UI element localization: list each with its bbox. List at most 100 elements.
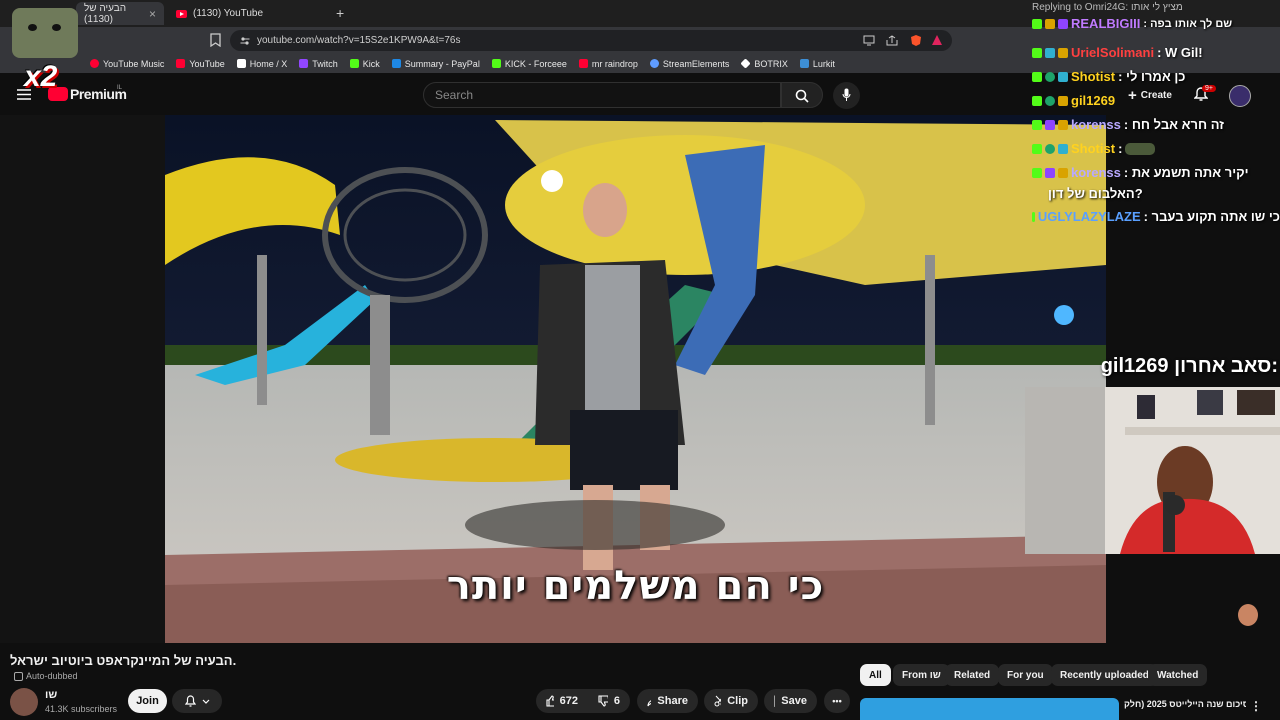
close-icon[interactable]: × bbox=[149, 7, 156, 21]
moderator-badge-icon bbox=[1058, 143, 1068, 154]
kick-badge-icon bbox=[1032, 95, 1042, 106]
bookmark-label: Twitch bbox=[312, 58, 338, 69]
chat-message: REALBIGIII : שם לך אותו בפה bbox=[1032, 16, 1280, 31]
subscriber-badge-icon bbox=[1058, 119, 1068, 130]
microphone-icon bbox=[842, 88, 851, 101]
dislike-button[interactable]: 6 bbox=[588, 689, 630, 713]
verified-badge-icon bbox=[1045, 95, 1055, 106]
chat-message: Shotist : bbox=[1032, 141, 1280, 156]
brave-rewards-icon[interactable] bbox=[931, 34, 943, 46]
channel-name[interactable]: שו bbox=[45, 689, 57, 701]
cast-icon[interactable] bbox=[863, 35, 875, 46]
search-input[interactable]: Search bbox=[423, 82, 781, 108]
chat-text: : W Gil! bbox=[1157, 45, 1203, 60]
clip-label: Clip bbox=[727, 695, 748, 707]
chip-recently-uploaded[interactable]: Recently uploaded bbox=[1051, 664, 1158, 686]
bookmark-lurkit[interactable]: Lurkit bbox=[799, 59, 835, 69]
next-video-menu-icon[interactable]: ⋮ bbox=[1250, 699, 1262, 713]
kick-badge-icon bbox=[1032, 47, 1042, 58]
vip-badge-icon bbox=[1045, 167, 1055, 178]
chat-message: UGLYLAZYLAZE : כי שו אתה תקוע בעבר bbox=[1032, 209, 1280, 224]
lurkit-icon bbox=[799, 59, 809, 68]
new-tab-button[interactable]: + bbox=[336, 5, 344, 21]
search-button[interactable] bbox=[781, 82, 823, 108]
voice-search-button[interactable] bbox=[833, 82, 860, 109]
video-player[interactable]: כי הם משלמים יותר bbox=[165, 115, 1106, 643]
chat-text: : שם לך אותו בפה bbox=[1143, 17, 1233, 30]
save-button[interactable]: Save bbox=[764, 689, 817, 713]
bookmark-icon[interactable] bbox=[210, 33, 221, 47]
bookmark-twitch[interactable]: Twitch bbox=[299, 59, 338, 69]
stream-overlay-logo: x2 bbox=[10, 8, 80, 93]
stream-chat-overlay: Replying to Omri24G: מציץ לי אותו REALBI… bbox=[1030, 0, 1280, 232]
multiplier-label: x2 bbox=[24, 60, 58, 93]
tab-youtube[interactable]: (1130) YouTube bbox=[168, 2, 333, 25]
chip-all[interactable]: All bbox=[860, 664, 891, 686]
save-icon bbox=[774, 695, 776, 707]
tab-label: (1130) YouTube bbox=[193, 8, 264, 19]
bookmark-label: YouTube bbox=[189, 58, 225, 69]
site-info-icon[interactable] bbox=[240, 36, 250, 46]
chat-text: : יקיר אתה תשמע את bbox=[1123, 165, 1249, 180]
chat-username: UGLYLAZYLAZE bbox=[1037, 209, 1141, 224]
like-button[interactable]: 672 bbox=[536, 689, 588, 713]
bookmark-kick-forceee[interactable]: KICK - Forceee bbox=[491, 59, 567, 69]
auto-dubbed-badge: Auto-dubbed bbox=[14, 671, 78, 681]
bookmark-paypal[interactable]: Summary - PayPal bbox=[391, 59, 480, 69]
last-sub-title: סאב אחרון: bbox=[1174, 355, 1278, 377]
bookmark-streamelements[interactable]: StreamElements bbox=[649, 58, 730, 69]
subscriber-count: 41.3K subscribers bbox=[45, 704, 118, 714]
tab-video[interactable]: הבעיה של (1130) × bbox=[76, 2, 164, 25]
youtube-icon bbox=[578, 59, 588, 68]
bookmark-label: StreamElements bbox=[662, 58, 730, 69]
url-text: youtube.com/watch?v=15S2e1KPW9A&t=76s bbox=[257, 35, 461, 46]
bookmark-label: BOTRIX bbox=[754, 58, 788, 69]
next-video-title[interactable]: סיכום שנה היילייטס 2025 (חלק bbox=[1124, 699, 1246, 709]
address-bar[interactable]: youtube.com/watch?v=15S2e1KPW9A&t=76s bbox=[230, 30, 952, 51]
subscribe-notifications-button[interactable] bbox=[172, 689, 222, 713]
chat-username: korenss bbox=[1071, 117, 1121, 132]
thumbs-up-icon bbox=[546, 695, 554, 707]
streamelements-icon bbox=[649, 59, 659, 68]
chat-message: gil1269 bbox=[1032, 93, 1280, 108]
bookmark-x[interactable]: Home / X bbox=[236, 58, 288, 69]
like-count: 672 bbox=[559, 695, 578, 707]
bookmark-kick[interactable]: Kick bbox=[349, 59, 380, 69]
kick-badge-icon bbox=[1032, 167, 1042, 178]
scissors-icon bbox=[714, 695, 722, 707]
verified-badge-icon bbox=[1045, 71, 1055, 82]
chat-message: korenss : יקיר אתה תשמע את bbox=[1032, 165, 1280, 180]
chip-watched[interactable]: Watched bbox=[1148, 664, 1208, 686]
brave-shield-icon[interactable] bbox=[910, 34, 922, 47]
share-button[interactable]: Share bbox=[637, 689, 698, 713]
chip-related[interactable]: Related bbox=[945, 664, 1000, 686]
join-button[interactable]: Join bbox=[128, 689, 167, 713]
share-page-icon[interactable] bbox=[886, 35, 898, 46]
youtube-music-icon bbox=[90, 59, 99, 68]
bookmark-youtube[interactable]: YouTube bbox=[176, 58, 225, 69]
bookmark-botrix[interactable]: BOTRIX bbox=[740, 58, 788, 69]
chip-from-channel[interactable]: From שו bbox=[893, 664, 950, 686]
vip-badge-icon bbox=[1045, 119, 1055, 130]
subscriber-badge-icon bbox=[1058, 167, 1068, 178]
reply-banner: Replying to Omri24G: מציץ לי אותו bbox=[1032, 2, 1183, 13]
kick-icon bbox=[491, 59, 501, 68]
bookmark-label: Home / X bbox=[249, 58, 288, 69]
channel-avatar[interactable] bbox=[10, 688, 38, 716]
thumbs-down-icon bbox=[598, 695, 608, 707]
youtube-icon bbox=[176, 9, 187, 18]
bookmark-youtube-music[interactable]: YouTube Music bbox=[90, 59, 164, 69]
next-video-thumbnail[interactable] bbox=[860, 698, 1119, 720]
chip-for-you[interactable]: For you bbox=[998, 664, 1053, 686]
last-subscriber-label: gil1269 סאב אחרון: bbox=[1028, 355, 1278, 378]
bookmark-label: YouTube Music bbox=[103, 58, 165, 69]
paypal-icon bbox=[391, 59, 401, 68]
more-actions-button[interactable]: ••• bbox=[824, 689, 850, 713]
chat-message-continued: האלבום של דון? bbox=[1048, 186, 1280, 201]
bookmark-label: mr raindrop bbox=[591, 58, 638, 69]
twitch-icon bbox=[299, 59, 309, 68]
webcam-image bbox=[1025, 387, 1280, 554]
bookmark-mr-raindrop[interactable]: mr raindrop bbox=[578, 58, 638, 69]
clip-button[interactable]: Clip bbox=[704, 689, 758, 713]
chat-text: : זה חרא אבל חח bbox=[1123, 117, 1224, 132]
